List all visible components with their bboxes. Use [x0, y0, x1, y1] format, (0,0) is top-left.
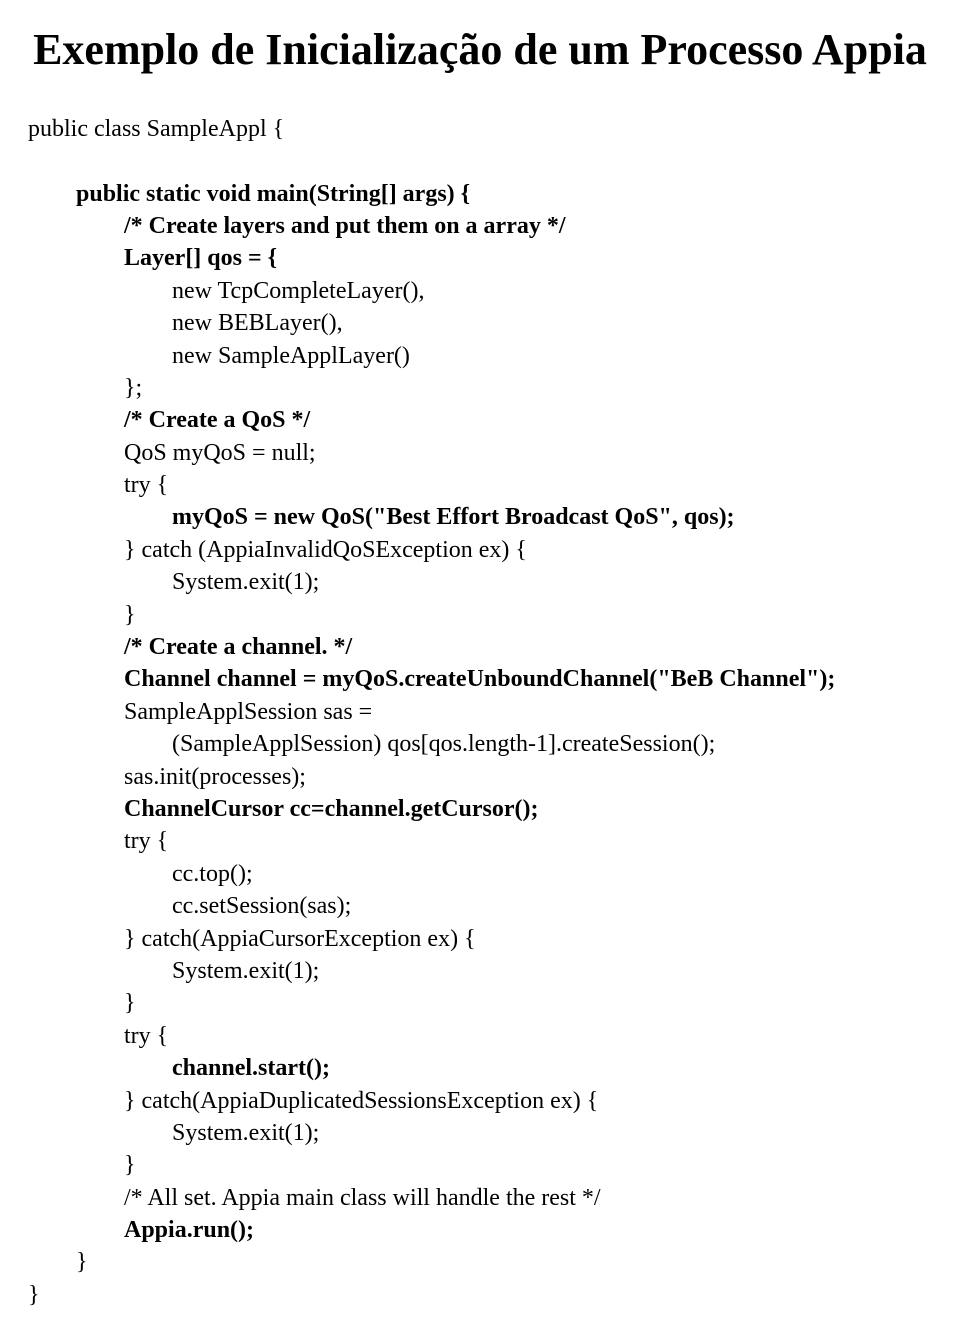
code-line: }	[28, 1279, 932, 1311]
code-line: };	[28, 372, 932, 404]
code-line: System.exit(1);	[28, 1117, 932, 1149]
code-text: /* Create layers and put them on a array…	[124, 213, 566, 239]
code-line: new SampleApplLayer()	[28, 340, 932, 372]
code-text: ChannelCursor cc=channel.getCursor();	[124, 796, 539, 822]
code-line: public class SampleAppl {	[28, 113, 932, 145]
code-line: } catch(AppiaDuplicatedSessionsException…	[28, 1085, 932, 1117]
code-text: myQoS = new QoS("Best Effort Broadcast Q…	[172, 504, 735, 530]
code-line: /* All set. Appia main class will handle…	[28, 1182, 932, 1214]
code-text: /* Create a QoS */	[124, 407, 310, 433]
code-text: channel.start();	[172, 1055, 330, 1081]
code-line: }	[28, 1246, 932, 1278]
code-line: /* Create layers and put them on a array…	[28, 210, 932, 242]
code-line: try {	[28, 469, 932, 501]
code-line: ChannelCursor cc=channel.getCursor();	[28, 793, 932, 825]
code-line: Layer[] qos = {	[28, 242, 932, 274]
code-text: Appia.run();	[124, 1217, 254, 1243]
code-line: } catch (AppiaInvalidQoSException ex) {	[28, 534, 932, 566]
code-line: try {	[28, 1020, 932, 1052]
code-line: (SampleApplSession) qos[qos.length-1].cr…	[28, 728, 932, 760]
code-line: channel.start();	[28, 1052, 932, 1084]
code-line: /* Create a channel. */	[28, 631, 932, 663]
code-line: }	[28, 1149, 932, 1181]
code-listing: public class SampleAppl { public static …	[28, 113, 932, 1311]
code-line: sas.init(processes);	[28, 761, 932, 793]
code-line: }	[28, 987, 932, 1019]
code-line: cc.setSession(sas);	[28, 890, 932, 922]
code-line: SampleApplSession sas =	[28, 696, 932, 728]
code-line: public static void main(String[] args) {	[28, 178, 932, 210]
code-line: Channel channel = myQoS.createUnboundCha…	[28, 663, 932, 695]
code-line: QoS myQoS = null;	[28, 437, 932, 469]
code-line: Appia.run();	[28, 1214, 932, 1246]
code-text: /* Create a channel. */	[124, 634, 352, 660]
code-line: new TcpCompleteLayer(),	[28, 275, 932, 307]
code-line: myQoS = new QoS("Best Effort Broadcast Q…	[28, 501, 932, 533]
code-line: new BEBLayer(),	[28, 307, 932, 339]
code-line: }	[28, 599, 932, 631]
code-line: System.exit(1);	[28, 566, 932, 598]
code-text: public static void main(String[] args) {	[76, 181, 470, 207]
code-text: Channel channel = myQoS.createUnboundCha…	[124, 666, 835, 692]
code-text: Layer[] qos = {	[124, 245, 277, 271]
code-line: /* Create a QoS */	[28, 404, 932, 436]
code-line: System.exit(1);	[28, 955, 932, 987]
code-line	[28, 145, 932, 177]
page-title: Exemplo de Inicialização de um Processo …	[28, 24, 932, 77]
code-line: } catch(AppiaCursorException ex) {	[28, 923, 932, 955]
code-line: try {	[28, 825, 932, 857]
code-line: cc.top();	[28, 858, 932, 890]
